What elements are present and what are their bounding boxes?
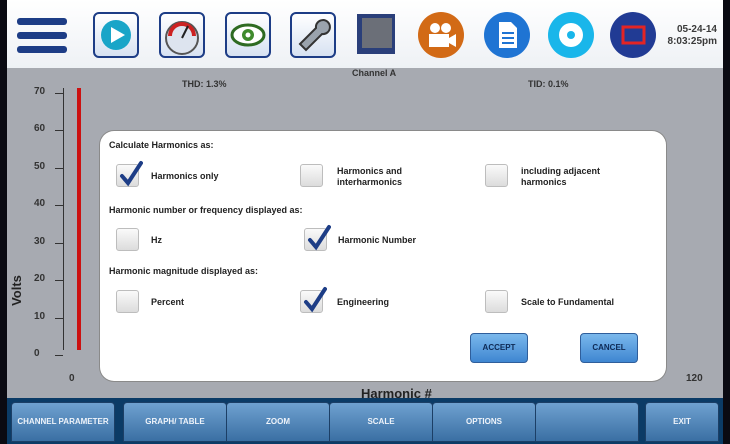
harmonic-number-checkbox[interactable] <box>304 225 331 251</box>
section-harmonic-number: Harmonic number or frequency displayed a… <box>109 205 303 215</box>
exit-button[interactable]: EXIT <box>645 402 719 442</box>
gauge-icon[interactable] <box>159 12 205 58</box>
y-tick-label: 10 <box>34 311 46 322</box>
y-tick-mark <box>55 168 63 169</box>
engineering-label: Engineering <box>337 297 390 307</box>
y-axis-label: Volts <box>8 275 24 306</box>
y-axis-line <box>63 88 64 350</box>
percent-label: Percent <box>151 297 185 307</box>
harmonic-number-label: Harmonic Number <box>338 235 417 245</box>
wrench-icon[interactable] <box>290 12 336 58</box>
y-tick-mark <box>55 243 63 244</box>
disc-icon[interactable] <box>548 12 594 58</box>
x-tick-label: 120 <box>686 373 703 384</box>
scale-to-fundamental-label: Scale to Fundamental <box>521 297 615 307</box>
eye-icon[interactable] <box>225 12 271 58</box>
datetime-display: 05-24-14 8:03:25pm <box>668 24 717 48</box>
document-icon[interactable] <box>484 12 530 58</box>
screen: 05-24-14 8:03:25pm Channel A THD: 1.3% T… <box>7 0 723 444</box>
time-text: 8:03:25pm <box>667 36 717 47</box>
cancel-button[interactable]: CANCEL <box>580 333 638 363</box>
hz-label: Hz <box>151 235 162 245</box>
channel-title: Channel A <box>352 68 397 78</box>
y-tick-label: 30 <box>34 236 46 247</box>
percent-checkbox[interactable] <box>116 290 139 313</box>
scale-button[interactable]: SCALE <box>329 402 433 442</box>
zoom-button[interactable]: ZOOM <box>226 402 330 442</box>
blank-button[interactable] <box>535 402 639 442</box>
scale-to-fundamental-checkbox[interactable] <box>485 290 508 313</box>
harmonics-settings-dialog: Calculate Harmonics as: Harmonics only H… <box>100 131 666 381</box>
menu-icon[interactable] <box>17 16 69 62</box>
channel-parameter-button[interactable]: CHANNEL PARAMETER <box>11 402 115 442</box>
y-tick-mark <box>55 355 63 356</box>
harmonics-interharmonics-checkbox[interactable] <box>300 164 323 187</box>
adjacent-harmonics-label: including adjacent harmonics <box>521 166 601 187</box>
options-button[interactable]: OPTIONS <box>432 402 536 442</box>
hz-checkbox[interactable] <box>116 228 139 251</box>
y-tick-mark <box>55 318 63 319</box>
y-tick-label: 20 <box>34 273 46 284</box>
date-text: 05-24-14 <box>676 24 717 35</box>
stop-icon[interactable] <box>610 12 656 58</box>
harmonics-only-label: Harmonics only <box>151 171 219 181</box>
play-icon[interactable] <box>93 12 139 58</box>
y-tick-label: 50 <box>34 161 46 172</box>
y-tick-label: 60 <box>34 123 46 134</box>
x-tick-label: 0 <box>69 373 75 384</box>
checkmark-icon <box>120 161 143 187</box>
top-toolbar: 05-24-14 8:03:25pm <box>7 0 723 68</box>
graph-table-button[interactable]: GRAPH/ TABLE <box>123 402 227 442</box>
adjacent-harmonics-checkbox[interactable] <box>485 164 508 187</box>
y-tick-mark <box>55 280 63 281</box>
accept-button[interactable]: ACCEPT <box>470 333 528 363</box>
video-camera-icon[interactable] <box>418 12 464 58</box>
section-harmonic-magnitude: Harmonic magnitude displayed as: <box>109 266 259 276</box>
y-tick-label: 70 <box>34 86 46 97</box>
thd-readout: THD: 1.3% <box>182 79 227 89</box>
tid-readout: TID: 0.1% <box>528 79 569 89</box>
y-tick-label: 40 <box>34 198 46 209</box>
harmonics-only-checkbox[interactable] <box>116 161 143 187</box>
y-tick-mark <box>55 93 63 94</box>
y-tick-mark <box>55 130 63 131</box>
y-tick-label: 0 <box>34 348 40 359</box>
bottom-button-bar: CHANNEL PARAMETER GRAPH/ TABLE ZOOM SCAL… <box>7 398 723 444</box>
display-icon[interactable] <box>354 12 400 58</box>
engineering-checkbox[interactable] <box>300 287 327 313</box>
section-calculate-harmonics: Calculate Harmonics as: <box>109 140 214 150</box>
harmonics-interharmonics-label: Harmonics and interharmonics <box>337 166 403 187</box>
y-tick-mark <box>55 205 63 206</box>
checkmark-icon <box>308 225 331 251</box>
checkmark-icon <box>304 287 327 313</box>
harmonic-bar <box>77 88 81 350</box>
